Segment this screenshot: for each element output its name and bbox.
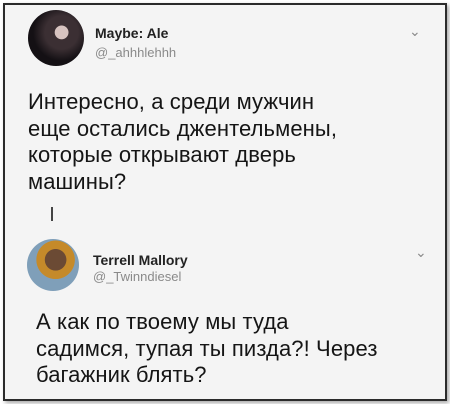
tweet-line: машины? xyxy=(28,168,127,194)
chevron-down-icon[interactable]: ⌄ xyxy=(409,23,421,40)
screenshot-frame: Maybe: Ale @_ahhhlehhh ⌄ Интересно, а ср… xyxy=(3,3,447,401)
tweet-line: еще остались джентельмены, xyxy=(28,115,338,141)
tweet-line: садимся, тупая ты пизда?! Через xyxy=(36,335,378,361)
avatar[interactable] xyxy=(28,10,84,66)
reply-connector xyxy=(51,207,53,221)
tweet-line: А как по твоему мы туда xyxy=(36,309,289,334)
handle[interactable]: @_Twinndiesel xyxy=(93,269,181,284)
tweet-text: Интересно, а среди мужчин еще остались д… xyxy=(28,89,428,195)
tweet-line: багажник блять? xyxy=(36,362,207,387)
handle[interactable]: @_ahhhlehhh xyxy=(95,45,176,60)
tweet-reply: Terrell Mallory @_Twinndiesel ⌄ А как по… xyxy=(5,223,445,399)
avatar[interactable] xyxy=(27,239,79,291)
display-name[interactable]: Terrell Mallory xyxy=(93,252,188,268)
tweet-text: А как по твоему мы туда садимся, тупая т… xyxy=(36,309,445,389)
tweet-original: Maybe: Ale @_ahhhlehhh ⌄ Интересно, а ср… xyxy=(5,5,445,205)
display-name[interactable]: Maybe: Ale xyxy=(95,25,168,41)
tweet-line: Интересно, а среди мужчин xyxy=(28,89,315,114)
tweet-line: которые открывают дверь xyxy=(28,142,296,167)
chevron-down-icon[interactable]: ⌄ xyxy=(415,244,427,261)
